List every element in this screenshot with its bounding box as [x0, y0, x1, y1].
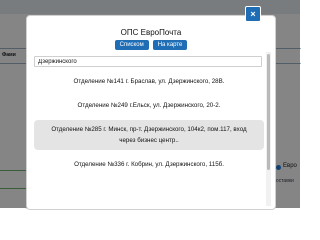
search-input[interactable]	[34, 56, 262, 67]
list-item[interactable]: Отделение №249 г.Ельск, ул. Дзержинского…	[34, 100, 264, 111]
view-tabs: Списком На карте	[27, 40, 275, 50]
list-item[interactable]: Отделение №141 г. Браслав, ул. Дзержинск…	[34, 76, 264, 87]
tab-map[interactable]: На карте	[152, 40, 188, 50]
modal-title: ОПС ЕвроПочта	[120, 28, 182, 37]
list-item-highlighted[interactable]: Отделение №285 г. Минск, пр-т. Дзержинск…	[34, 120, 264, 150]
tab-list[interactable]: Списком	[114, 40, 149, 50]
list-scrollbar-thumb[interactable]	[267, 54, 270, 170]
close-button[interactable]: ×	[245, 6, 261, 22]
pickup-point-modal: ОПС ЕвроПочта Списком На карте Отделение…	[26, 15, 276, 210]
list-item[interactable]: Отделение №336 г. Кобрин, ул. Дзержинско…	[34, 159, 264, 170]
close-icon: ×	[250, 9, 256, 19]
